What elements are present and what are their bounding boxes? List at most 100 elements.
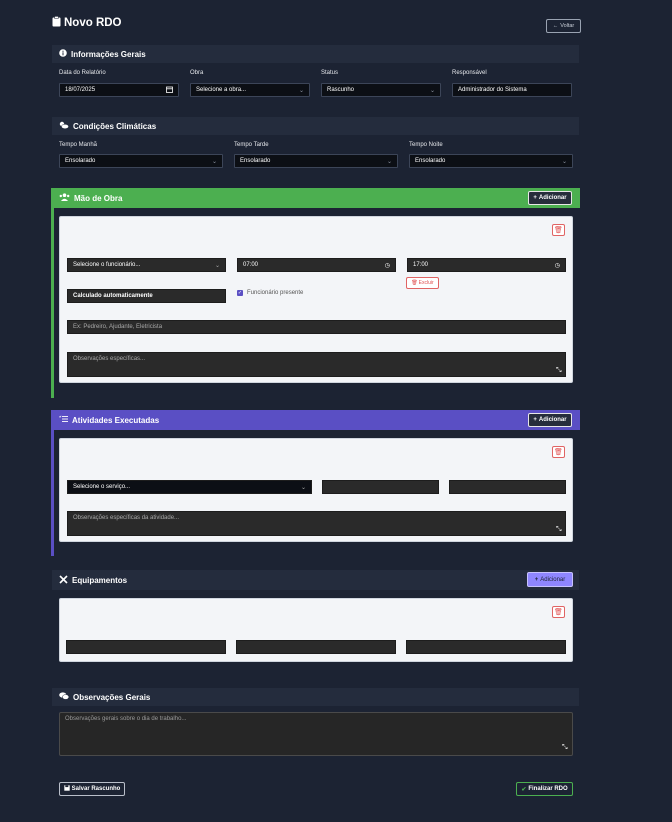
end-time-value: 17:00: [413, 262, 429, 268]
save-draft-label: Salvar Rascunho: [71, 786, 121, 792]
trash-icon[interactable]: 🗑: [552, 606, 565, 618]
noite-label: Tempo Noite: [409, 142, 443, 148]
chevron-down-icon: ⌄: [386, 158, 392, 165]
floppy-icon: [63, 785, 70, 793]
start-time-field[interactable]: 07:00 ◷: [237, 258, 396, 272]
activity-notes-placeholder: Observações específicas da atividade...: [73, 515, 180, 521]
clock-icon: ◷: [384, 262, 390, 269]
obra-label: Obra: [190, 70, 204, 76]
labor-heading: Mão de Obra: [74, 193, 123, 203]
finish-label: Finalizar RDO: [528, 786, 568, 792]
general-notes-placeholder: Observações gerais sobre o dia de trabal…: [65, 716, 187, 722]
tarde-value: Ensolarado: [240, 158, 271, 164]
info-heading: Informações Gerais: [71, 49, 146, 59]
chevron-down-icon: ⌄: [214, 262, 220, 269]
date-value: 18/07/2025: [65, 87, 96, 93]
back-button-label: Voltar: [560, 23, 575, 29]
trash-icon[interactable]: 🗑: [552, 224, 565, 236]
employee-value: Selecione o funcionário...: [73, 262, 141, 268]
labor-section-header: Mão de Obra: [52, 188, 580, 208]
equipment-name-input[interactable]: [66, 640, 226, 654]
finish-button[interactable]: ✔ Finalizar RDO: [516, 782, 573, 796]
obra-value: Selecione a obra...: [196, 87, 247, 93]
info-icon: [59, 49, 67, 59]
activities-heading: Atividades Executadas: [72, 415, 160, 425]
labor-notes-placeholder: Observações específicas...: [73, 356, 146, 362]
status-label: Status: [321, 70, 339, 76]
activities-section-header: Atividades Executadas: [52, 410, 580, 430]
status-select[interactable]: Rascunho ⌄: [321, 83, 441, 97]
service-value: Selecione o serviço...: [73, 484, 131, 490]
weather-section-header: Condições Climáticas: [52, 117, 579, 135]
tools-icon: [59, 574, 68, 586]
resize-handle-icon[interactable]: ⤡: [556, 367, 562, 375]
resize-handle-icon[interactable]: ⤡: [556, 526, 562, 534]
plus-icon: +: [534, 576, 539, 583]
date-label: Data do Relatório: [59, 70, 106, 76]
add-activity-button[interactable]: + Adicionar: [528, 413, 572, 427]
hours-field: Calculado automaticamente: [67, 289, 226, 303]
date-field[interactable]: 18/07/2025: [59, 83, 179, 97]
plus-icon: +: [533, 195, 537, 201]
check-icon: ✔: [521, 786, 527, 793]
trash-icon: 🗑: [411, 280, 418, 286]
equipment-section-header: Equipamentos: [52, 570, 579, 590]
activity-notes-textarea[interactable]: Observações específicas da atividade...: [67, 511, 566, 536]
add-activity-label: Adicionar: [538, 417, 567, 423]
status-value: Rascunho: [327, 87, 355, 93]
activity-qty-input[interactable]: [322, 480, 439, 494]
calendar-icon[interactable]: [166, 86, 173, 95]
manha-select[interactable]: Ensolarado ⌄: [59, 154, 223, 168]
manha-label: Tempo Manhã: [59, 142, 98, 148]
end-time-field[interactable]: 17:00 ◷: [407, 258, 566, 272]
add-labor-label: Adicionar: [538, 195, 567, 201]
users-icon: [59, 193, 70, 203]
activities-accent-border: [51, 410, 54, 556]
equipment-hours-input[interactable]: [406, 640, 566, 654]
noite-value: Ensolarado: [415, 158, 446, 164]
delete-time-button[interactable]: 🗑 Excluir: [406, 277, 439, 289]
resize-handle-icon[interactable]: ⤡: [562, 744, 568, 752]
role-placeholder: Ex: Pedreiro, Ajudante, Eletricista: [73, 324, 163, 330]
chevron-down-icon: ⌄: [211, 158, 217, 165]
equipment-qty-input[interactable]: [236, 640, 396, 654]
comments-icon: [59, 692, 70, 702]
present-checkbox-row[interactable]: ✓ Funcionário presente: [237, 290, 303, 296]
chevron-down-icon: ⌄: [429, 87, 435, 94]
clock-icon: ◷: [554, 262, 560, 269]
add-equipment-button[interactable]: + Adicionar: [527, 572, 573, 587]
service-select[interactable]: Selecione o serviço... ⌄: [67, 480, 312, 494]
save-draft-button[interactable]: Salvar Rascunho: [59, 782, 125, 796]
arrow-left-icon: ←: [552, 23, 559, 29]
general-notes-textarea[interactable]: Observações gerais sobre o dia de trabal…: [59, 712, 573, 756]
role-input[interactable]: Ex: Pedreiro, Ajudante, Eletricista: [67, 320, 566, 334]
cloud-sun-icon: [59, 121, 69, 131]
present-label: Funcionário presente: [247, 290, 304, 296]
notes-section-header: Observações Gerais: [52, 688, 579, 706]
chevron-down-icon: ⌄: [561, 158, 567, 165]
weather-heading: Condições Climáticas: [73, 121, 157, 131]
trash-icon[interactable]: 🗑: [552, 446, 565, 458]
back-button[interactable]: ← Voltar: [546, 19, 581, 33]
manha-value: Ensolarado: [65, 158, 96, 164]
hours-value: Calculado automaticamente: [73, 293, 153, 299]
noite-select[interactable]: Ensolarado ⌄: [409, 154, 573, 168]
clipboard-icon: [52, 16, 61, 30]
resp-value: Administrador do Sistema: [458, 87, 527, 93]
chevron-down-icon: ⌄: [300, 484, 306, 491]
start-time-value: 07:00: [243, 262, 259, 268]
labor-notes-textarea[interactable]: Observações específicas...: [67, 352, 566, 377]
activity-unit-input[interactable]: [449, 480, 566, 494]
page-title-text: Novo RDO: [64, 17, 122, 29]
info-section-header: Informações Gerais: [52, 45, 579, 63]
checkbox-checked-icon[interactable]: ✓: [237, 290, 243, 296]
tarde-select[interactable]: Ensolarado ⌄: [234, 154, 398, 168]
obra-select[interactable]: Selecione a obra... ⌄: [190, 83, 310, 97]
labor-accent-border: [51, 188, 54, 398]
resp-label: Responsável: [452, 70, 487, 76]
employee-select[interactable]: Selecione o funcionário... ⌄: [67, 258, 226, 272]
plus-icon: +: [533, 417, 537, 423]
add-labor-button[interactable]: + Adicionar: [528, 191, 572, 205]
tarde-label: Tempo Tarde: [234, 142, 269, 148]
resp-field[interactable]: Administrador do Sistema: [452, 83, 572, 97]
